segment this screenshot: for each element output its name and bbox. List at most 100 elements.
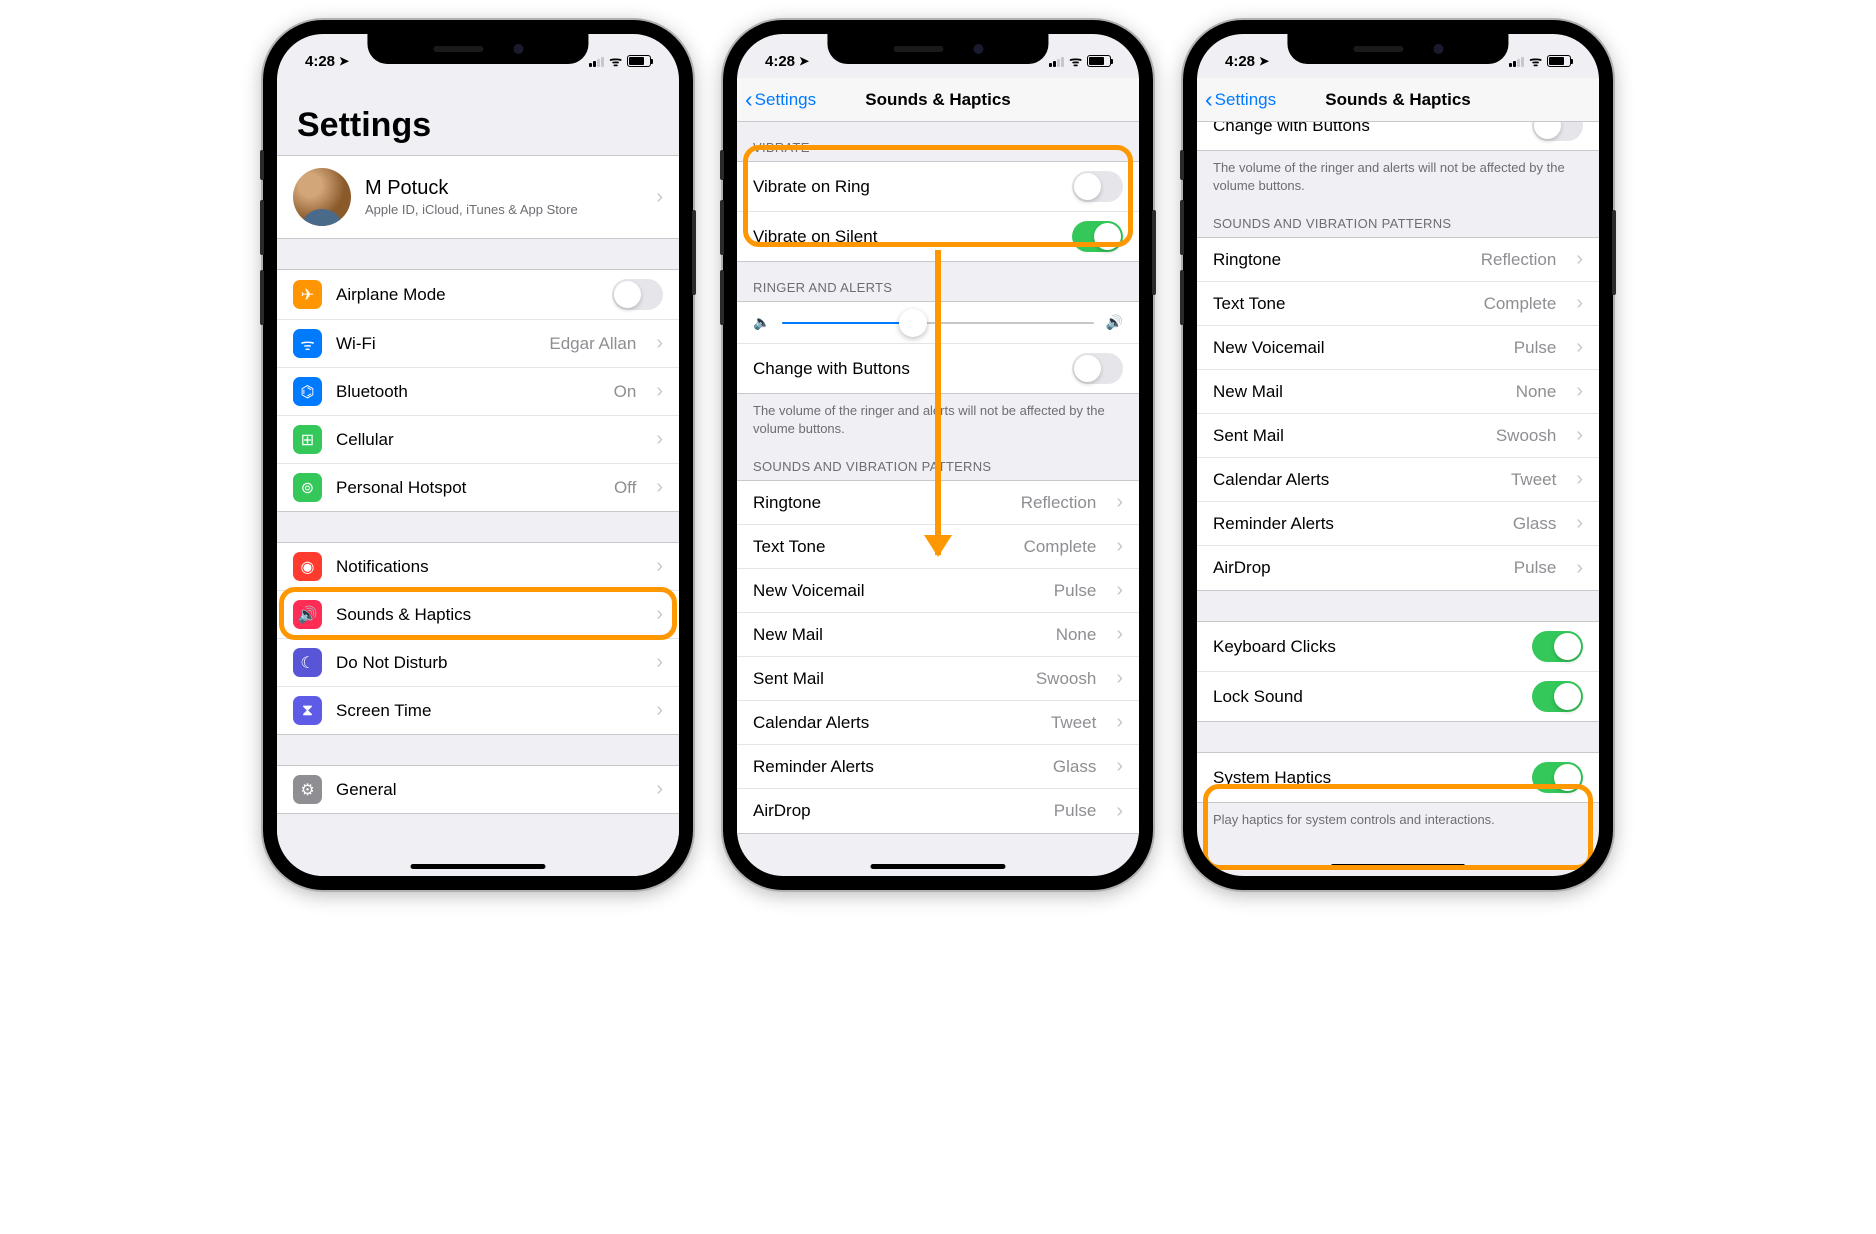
sound-pattern-row[interactable]: Sent Mail Swoosh › bbox=[1197, 414, 1599, 458]
detail-value: Reflection bbox=[1481, 250, 1557, 270]
row-label: New Voicemail bbox=[1213, 338, 1500, 358]
settings-row[interactable]: ᯤ Wi-FiEdgar Allan› bbox=[277, 320, 679, 368]
sound-pattern-row[interactable]: New Voicemail Pulse › bbox=[737, 569, 1139, 613]
row-label: Personal Hotspot bbox=[336, 478, 600, 498]
toggle[interactable] bbox=[612, 279, 663, 310]
settings-row[interactable]: ⊞ Cellular› bbox=[277, 416, 679, 464]
change-with-buttons-toggle[interactable] bbox=[1072, 353, 1123, 384]
system-haptics-row[interactable]: System Haptics bbox=[1197, 753, 1599, 802]
toggle[interactable] bbox=[1072, 171, 1123, 202]
account-sub: Apple ID, iCloud, iTunes & App Store bbox=[365, 202, 636, 217]
detail-value: Complete bbox=[1484, 294, 1557, 314]
row-label: Cellular bbox=[336, 430, 622, 450]
home-indicator[interactable] bbox=[871, 864, 1006, 869]
row-label: AirDrop bbox=[1213, 558, 1500, 578]
nav-bar: ‹Settings Sounds & Haptics bbox=[1197, 78, 1599, 122]
battery-icon bbox=[1087, 55, 1111, 67]
toggle-row[interactable]: Vibrate on Ring bbox=[737, 162, 1139, 212]
chevron-right-icon: › bbox=[1576, 468, 1583, 491]
row-label: Vibrate on Silent bbox=[753, 227, 1058, 247]
settings-row[interactable]: 🔊 Sounds & Haptics› bbox=[277, 591, 679, 639]
sound-pattern-row[interactable]: AirDrop Pulse › bbox=[1197, 546, 1599, 590]
phone-frame-2: 4:28➤ ᯤ ‹Settings Sounds & Haptics VIBRA… bbox=[723, 20, 1153, 890]
back-button[interactable]: ‹Settings bbox=[745, 88, 816, 111]
sound-pattern-row[interactable]: Reminder Alerts Glass › bbox=[737, 745, 1139, 789]
chevron-right-icon: › bbox=[1116, 800, 1123, 823]
change-with-buttons-toggle[interactable] bbox=[1532, 122, 1583, 141]
settings-row[interactable]: ◉ Notifications› bbox=[277, 543, 679, 591]
location-icon: ➤ bbox=[1259, 54, 1269, 68]
toggle[interactable] bbox=[1532, 681, 1583, 712]
battery-icon bbox=[1547, 55, 1571, 67]
sound-pattern-row[interactable]: New Voicemail Pulse › bbox=[1197, 326, 1599, 370]
sound-pattern-row[interactable]: AirDrop Pulse › bbox=[737, 789, 1139, 833]
chevron-right-icon: › bbox=[656, 651, 663, 674]
chevron-right-icon: › bbox=[1116, 623, 1123, 646]
dnd-icon: ☾ bbox=[293, 648, 322, 677]
chevron-right-icon: › bbox=[1116, 579, 1123, 602]
home-indicator[interactable] bbox=[411, 864, 546, 869]
settings-row[interactable]: ⊚ Personal HotspotOff› bbox=[277, 464, 679, 511]
row-label: Vibrate on Ring bbox=[753, 177, 1058, 197]
sound-pattern-row[interactable]: Sent Mail Swoosh › bbox=[737, 657, 1139, 701]
hotspot-icon: ⊚ bbox=[293, 473, 322, 502]
apple-id-row[interactable]: M Potuck Apple ID, iCloud, iTunes & App … bbox=[277, 156, 679, 238]
chevron-left-icon: ‹ bbox=[745, 88, 753, 111]
system-haptics-toggle[interactable] bbox=[1532, 762, 1583, 793]
chevron-right-icon: › bbox=[1116, 535, 1123, 558]
back-button[interactable]: ‹Settings bbox=[1205, 88, 1276, 111]
detail-value: Swoosh bbox=[1496, 426, 1556, 446]
cellular-signal-icon bbox=[1049, 56, 1064, 67]
sound-pattern-row[interactable]: Ringtone Reflection › bbox=[1197, 238, 1599, 282]
detail-value: Reflection bbox=[1021, 493, 1097, 513]
chevron-right-icon: › bbox=[1576, 336, 1583, 359]
patterns-group: Ringtone Reflection ›Text Tone Complete … bbox=[1197, 237, 1599, 591]
row-label: Reminder Alerts bbox=[753, 757, 1039, 777]
toggle[interactable] bbox=[1532, 631, 1583, 662]
settings-row[interactable]: ⌬ BluetoothOn› bbox=[277, 368, 679, 416]
sound-pattern-row[interactable]: New Mail None › bbox=[737, 613, 1139, 657]
cellular-signal-icon bbox=[589, 56, 604, 67]
ringer-footer: The volume of the ringer and alerts will… bbox=[1197, 151, 1599, 198]
settings-row[interactable]: ⧗ Screen Time› bbox=[277, 687, 679, 734]
sound-pattern-row[interactable]: Calendar Alerts Tweet › bbox=[737, 701, 1139, 745]
toggle-row[interactable]: Keyboard Clicks bbox=[1197, 622, 1599, 672]
screentime-icon: ⧗ bbox=[293, 696, 322, 725]
settings-row[interactable]: ✈ Airplane Mode bbox=[277, 270, 679, 320]
clock: 4:28 bbox=[765, 53, 795, 70]
chevron-right-icon: › bbox=[1576, 248, 1583, 271]
sound-pattern-row[interactable]: Reminder Alerts Glass › bbox=[1197, 502, 1599, 546]
vibrate-group: Vibrate on Ring Vibrate on Silent bbox=[737, 161, 1139, 262]
chevron-right-icon: › bbox=[1116, 491, 1123, 514]
row-label: Calendar Alerts bbox=[1213, 470, 1497, 490]
row-label: Airplane Mode bbox=[336, 285, 598, 305]
row-label: Ringtone bbox=[753, 493, 1007, 513]
bluetooth-icon: ⌬ bbox=[293, 377, 322, 406]
row-label: Text Tone bbox=[753, 537, 1010, 557]
settings-row[interactable]: ⚙ General› bbox=[277, 766, 679, 813]
location-icon: ➤ bbox=[339, 54, 349, 68]
settings-row[interactable]: ☾ Do Not Disturb › bbox=[277, 639, 679, 687]
detail-value: Glass bbox=[1053, 757, 1096, 777]
toggle[interactable] bbox=[1072, 221, 1123, 252]
home-indicator[interactable] bbox=[1331, 864, 1466, 869]
chevron-right-icon: › bbox=[656, 428, 663, 451]
airplane-icon: ✈ bbox=[293, 280, 322, 309]
sound-pattern-row[interactable]: New Mail None › bbox=[1197, 370, 1599, 414]
detail-value: Pulse bbox=[1514, 338, 1557, 358]
detail-value: Off bbox=[614, 478, 636, 498]
row-label: Do Not Disturb bbox=[336, 653, 622, 673]
detail-value: None bbox=[1516, 382, 1557, 402]
row-label: New Mail bbox=[753, 625, 1042, 645]
row-label: Reminder Alerts bbox=[1213, 514, 1499, 534]
scroll-arrow-icon bbox=[935, 250, 941, 555]
chevron-right-icon: › bbox=[1576, 557, 1583, 580]
detail-value: Swoosh bbox=[1036, 669, 1096, 689]
change-with-buttons-row[interactable]: Change with Buttons bbox=[1197, 122, 1599, 150]
wifi-icon: ᯤ bbox=[1529, 52, 1542, 71]
sound-pattern-row[interactable]: Text Tone Complete › bbox=[1197, 282, 1599, 326]
row-label: General bbox=[336, 780, 622, 800]
sound-pattern-row[interactable]: Calendar Alerts Tweet › bbox=[1197, 458, 1599, 502]
toggle-row[interactable]: Lock Sound bbox=[1197, 672, 1599, 721]
phone-frame-3: 4:28➤ ᯤ ‹Settings Sounds & Haptics Chang… bbox=[1183, 20, 1613, 890]
